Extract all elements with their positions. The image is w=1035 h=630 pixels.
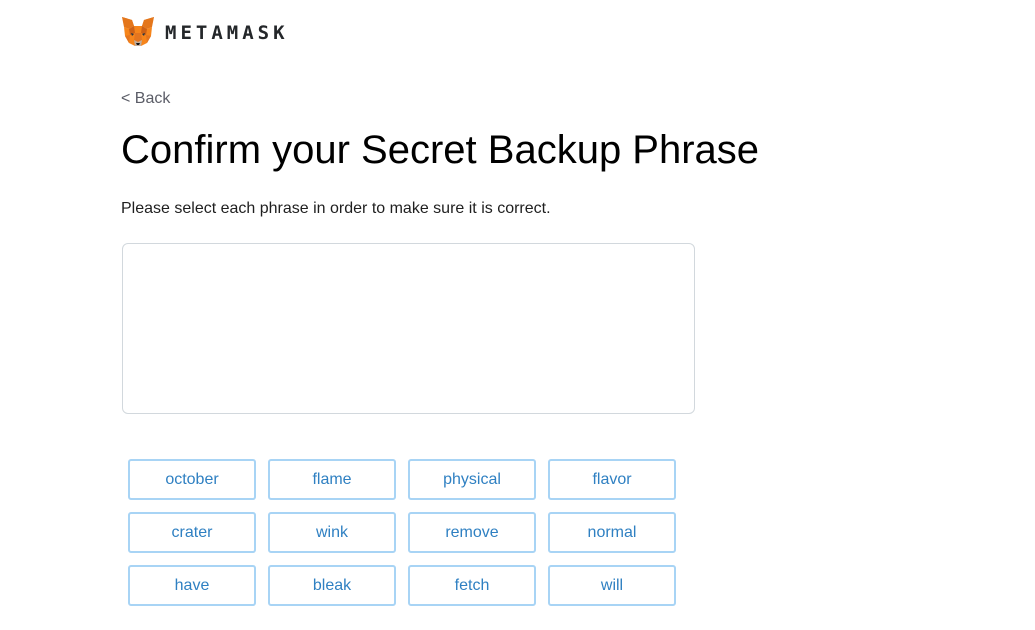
metamask-wordmark: METAMASK — [165, 22, 289, 44]
word-button[interactable]: fetch — [408, 565, 536, 606]
word-button[interactable]: will — [548, 565, 676, 606]
word-options-grid: october flame physical flavor crater win… — [128, 459, 676, 606]
page-subtitle: Please select each phrase in order to ma… — [121, 200, 551, 217]
selected-phrase-area[interactable] — [122, 243, 695, 414]
metamask-fox-icon — [122, 17, 154, 46]
word-button[interactable]: normal — [548, 512, 676, 553]
metamask-logo: METAMASK — [121, 16, 289, 50]
page-title: Confirm your Secret Backup Phrase — [121, 128, 760, 172]
word-button[interactable]: remove — [408, 512, 536, 553]
word-button[interactable]: wink — [268, 512, 396, 553]
word-button[interactable]: bleak — [268, 565, 396, 606]
back-link[interactable]: < Back — [121, 90, 170, 108]
word-button[interactable]: have — [128, 565, 256, 606]
word-button[interactable]: flame — [268, 459, 396, 500]
word-button[interactable]: crater — [128, 512, 256, 553]
word-button[interactable]: flavor — [548, 459, 676, 500]
word-button[interactable]: physical — [408, 459, 536, 500]
word-button[interactable]: october — [128, 459, 256, 500]
